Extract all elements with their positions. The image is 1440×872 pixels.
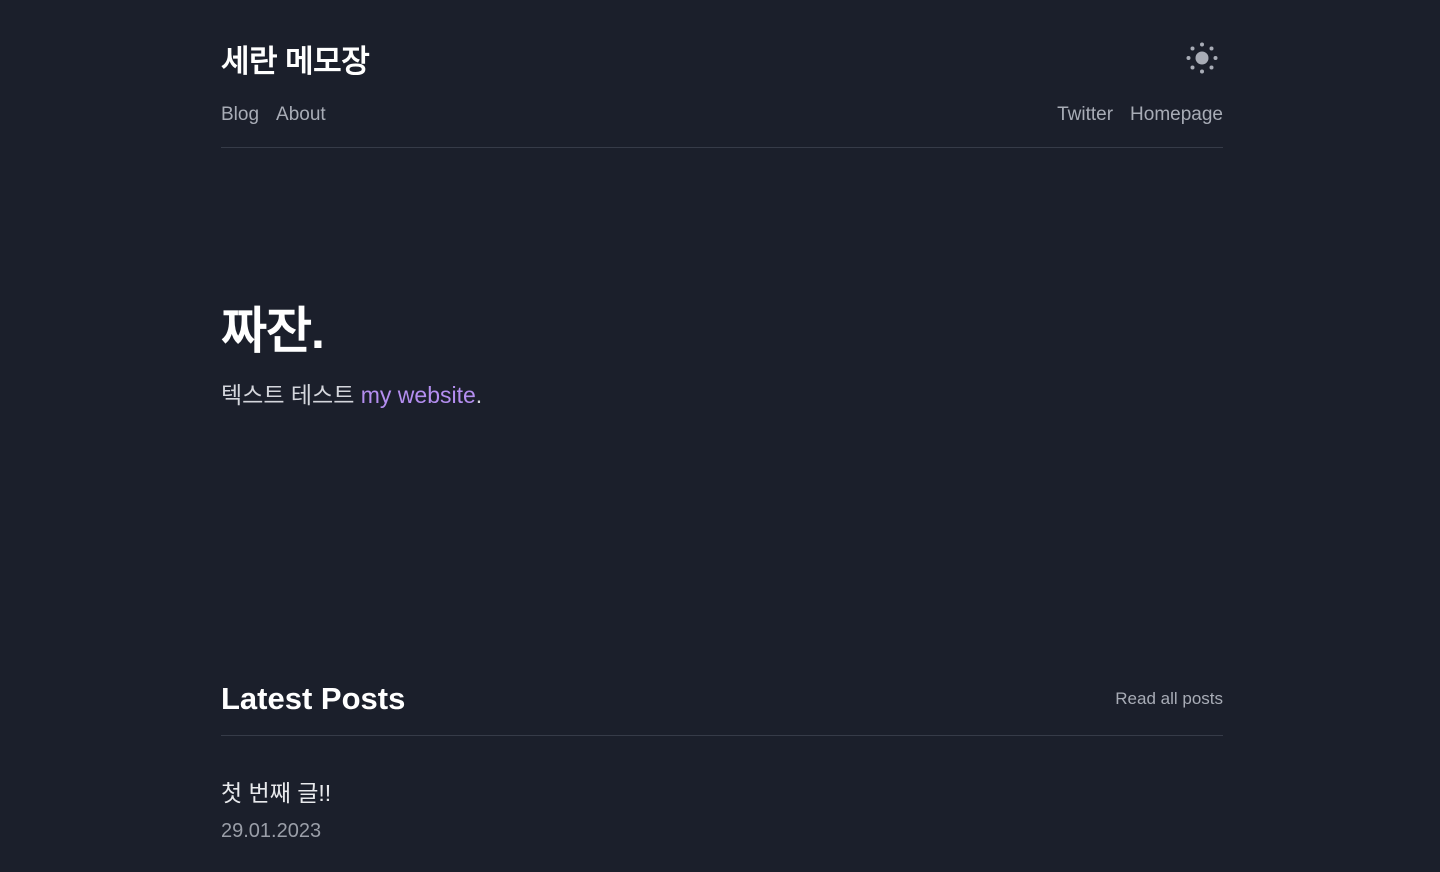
nav-link-twitter[interactable]: Twitter xyxy=(1057,104,1113,126)
posts-divider xyxy=(221,735,1223,736)
hero-text: 텍스트 테스트 my website. xyxy=(221,376,482,410)
nav-right: Twitter Homepage xyxy=(1057,104,1223,126)
site-title[interactable]: 세란 메모장 xyxy=(221,36,370,81)
read-all-posts-link[interactable]: Read all posts xyxy=(1115,689,1223,709)
hero-text-prefix: 텍스트 테스트 xyxy=(221,382,361,408)
hero-text-suffix: . xyxy=(475,382,483,408)
nav-link-blog[interactable]: Blog xyxy=(221,104,259,126)
nav-link-homepage[interactable]: Homepage xyxy=(1130,104,1223,126)
hero-title: 짜잔. xyxy=(221,303,325,359)
main-nav: Blog About Twitter Homepage xyxy=(221,104,1223,128)
nav-left: Blog About xyxy=(221,104,326,126)
latest-posts-heading: Latest Posts xyxy=(221,681,406,716)
header-divider xyxy=(221,147,1223,148)
sun-icon[interactable] xyxy=(1185,41,1219,75)
website-link[interactable]: my website xyxy=(361,382,476,408)
post-title[interactable]: 첫 번째 글!! xyxy=(221,774,331,808)
post-date: 29.01.2023 xyxy=(221,820,322,842)
page-container: 세란 메모장 Blog About Twitter Homepage 짜잔. 텍… xyxy=(221,0,1223,872)
nav-link-about[interactable]: About xyxy=(276,104,326,126)
